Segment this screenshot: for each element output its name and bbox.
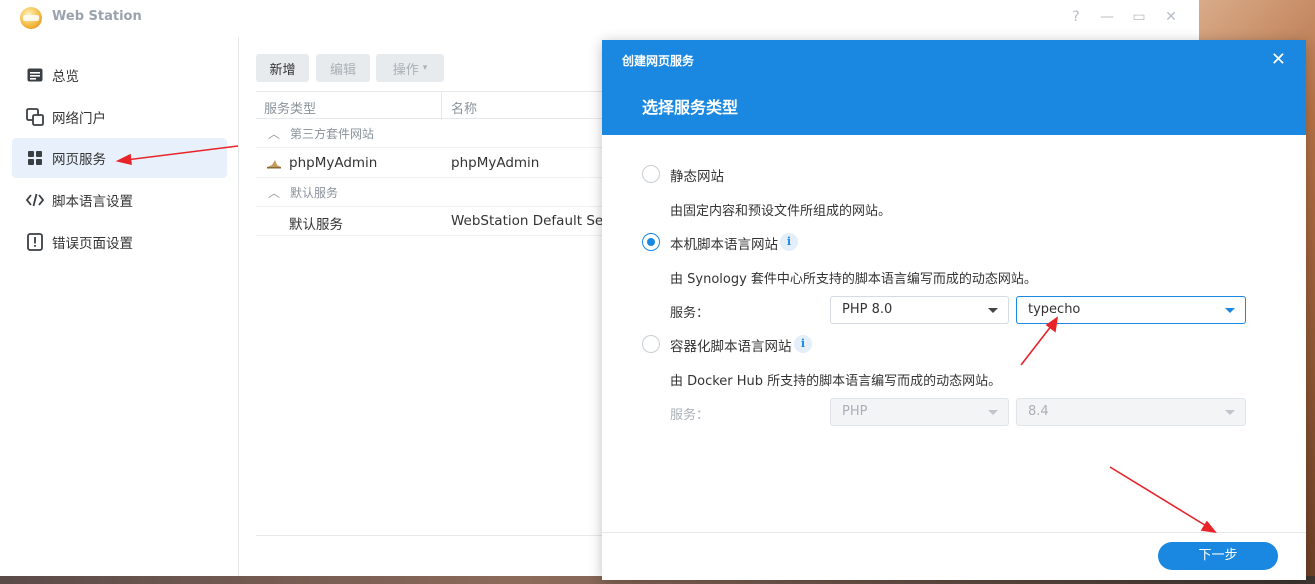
code-icon bbox=[26, 191, 44, 209]
portal-icon bbox=[26, 108, 44, 126]
sidebar-item-label: 错误页面设置 bbox=[52, 236, 133, 252]
column-header-type[interactable]: 服务类型 bbox=[264, 98, 316, 117]
chevron-up-icon: ︿ bbox=[268, 185, 281, 200]
column-divider bbox=[441, 92, 442, 120]
dialog-title: 选择服务类型 bbox=[642, 98, 739, 117]
minimize-button[interactable]: — bbox=[1099, 9, 1115, 25]
service-label: 服务： bbox=[670, 408, 710, 423]
sidebar-item-label: 总览 bbox=[52, 69, 79, 85]
group-label: 默认服务 bbox=[290, 185, 339, 200]
container-language-select[interactable]: PHP bbox=[830, 398, 1009, 426]
phpmyadmin-icon bbox=[266, 157, 282, 173]
maximize-button[interactable]: ▭ bbox=[1131, 9, 1147, 25]
option-label-native[interactable]: 本机脚本语言网站 bbox=[670, 233, 778, 253]
dropdown-caret-icon bbox=[1225, 410, 1235, 415]
option-label-static[interactable]: 静态网站 bbox=[670, 165, 724, 185]
option-label-container[interactable]: 容器化脚本语言网站 bbox=[670, 335, 792, 355]
next-button[interactable]: 下一步 bbox=[1158, 542, 1278, 570]
row-type: phpMyAdmin bbox=[289, 155, 378, 171]
radio-container-script-website[interactable] bbox=[642, 335, 660, 353]
select-value: 8.4 bbox=[1028, 404, 1049, 419]
row-type: 默认服务 bbox=[289, 217, 343, 233]
radio-native-script-website[interactable] bbox=[642, 233, 660, 251]
sidebar-item-portal[interactable]: 网络门户 bbox=[12, 97, 227, 137]
create-web-service-dialog: 创建网页服务 ✕ 选择服务类型 静态网站 由固定内容和预设文件所组成的网站。 本… bbox=[602, 40, 1306, 580]
footer-divider bbox=[602, 532, 1306, 533]
sidebar-item-label: 脚本语言设置 bbox=[52, 194, 133, 210]
option-desc-container: 由 Docker Hub 所支持的脚本语言编写而成的动态网站。 bbox=[670, 374, 1002, 389]
title-bar: Web Station ? — ▭ ✕ bbox=[0, 0, 1199, 36]
add-button[interactable]: 新增 bbox=[256, 54, 309, 82]
dropdown-caret-icon bbox=[1225, 308, 1235, 313]
window-title: Web Station bbox=[52, 9, 142, 24]
chevron-up-icon: ︿ bbox=[268, 126, 281, 141]
dropdown-caret-icon bbox=[988, 308, 998, 313]
select-value: PHP 8.0 bbox=[842, 302, 893, 317]
row-name: phpMyAdmin bbox=[451, 155, 540, 171]
action-label: 操作 bbox=[392, 62, 419, 78]
container-version-select[interactable]: 8.4 bbox=[1016, 398, 1246, 426]
info-icon[interactable]: i bbox=[794, 335, 812, 353]
chevron-down-icon: ▾ bbox=[422, 63, 428, 73]
column-header-name[interactable]: 名称 bbox=[451, 98, 477, 117]
help-button[interactable]: ? bbox=[1068, 9, 1084, 25]
php-version-select[interactable]: PHP 8.0 bbox=[830, 296, 1009, 324]
dialog-caption: 创建网页服务 bbox=[622, 54, 695, 68]
web-station-app-icon bbox=[20, 7, 42, 29]
radio-static-website[interactable] bbox=[642, 165, 660, 183]
select-value: typecho bbox=[1028, 302, 1081, 317]
option-desc-native: 由 Synology 套件中心所支持的脚本语言编写而成的动态网站。 bbox=[670, 272, 1037, 287]
error-page-icon bbox=[26, 233, 44, 251]
service-label: 服务： bbox=[670, 306, 710, 321]
overview-icon bbox=[26, 66, 44, 84]
option-desc-static: 由固定内容和预设文件所组成的网站。 bbox=[670, 204, 892, 219]
sidebar-item-error-page[interactable]: 错误页面设置 bbox=[12, 222, 227, 262]
dropdown-caret-icon bbox=[988, 410, 998, 415]
close-icon[interactable]: ✕ bbox=[1271, 49, 1286, 70]
edit-button[interactable]: 编辑 bbox=[316, 54, 370, 82]
close-window-button[interactable]: ✕ bbox=[1163, 9, 1179, 25]
app-select[interactable]: typecho bbox=[1016, 296, 1246, 324]
info-icon[interactable]: i bbox=[780, 233, 798, 251]
sidebar-item-script-language[interactable]: 脚本语言设置 bbox=[12, 180, 227, 220]
row-name: WebStation Default Ser bbox=[451, 213, 609, 229]
sidebar-item-label: 网页服务 bbox=[52, 152, 106, 168]
sidebar-item-overview[interactable]: 总览 bbox=[12, 55, 227, 95]
sidebar-item-web-service[interactable]: 网页服务 bbox=[12, 138, 227, 178]
sidebar-item-label: 网络门户 bbox=[52, 111, 106, 127]
group-label: 第三方套件网站 bbox=[290, 126, 375, 141]
select-value: PHP bbox=[842, 404, 868, 419]
dialog-header: 创建网页服务 ✕ 选择服务类型 bbox=[602, 40, 1306, 135]
action-dropdown-button[interactable]: 操作 ▾ bbox=[376, 54, 444, 82]
web-service-icon bbox=[26, 149, 44, 167]
sidebar: 总览 网络门户 网页服务 脚本语言设置 错误页面设置 bbox=[0, 37, 239, 578]
